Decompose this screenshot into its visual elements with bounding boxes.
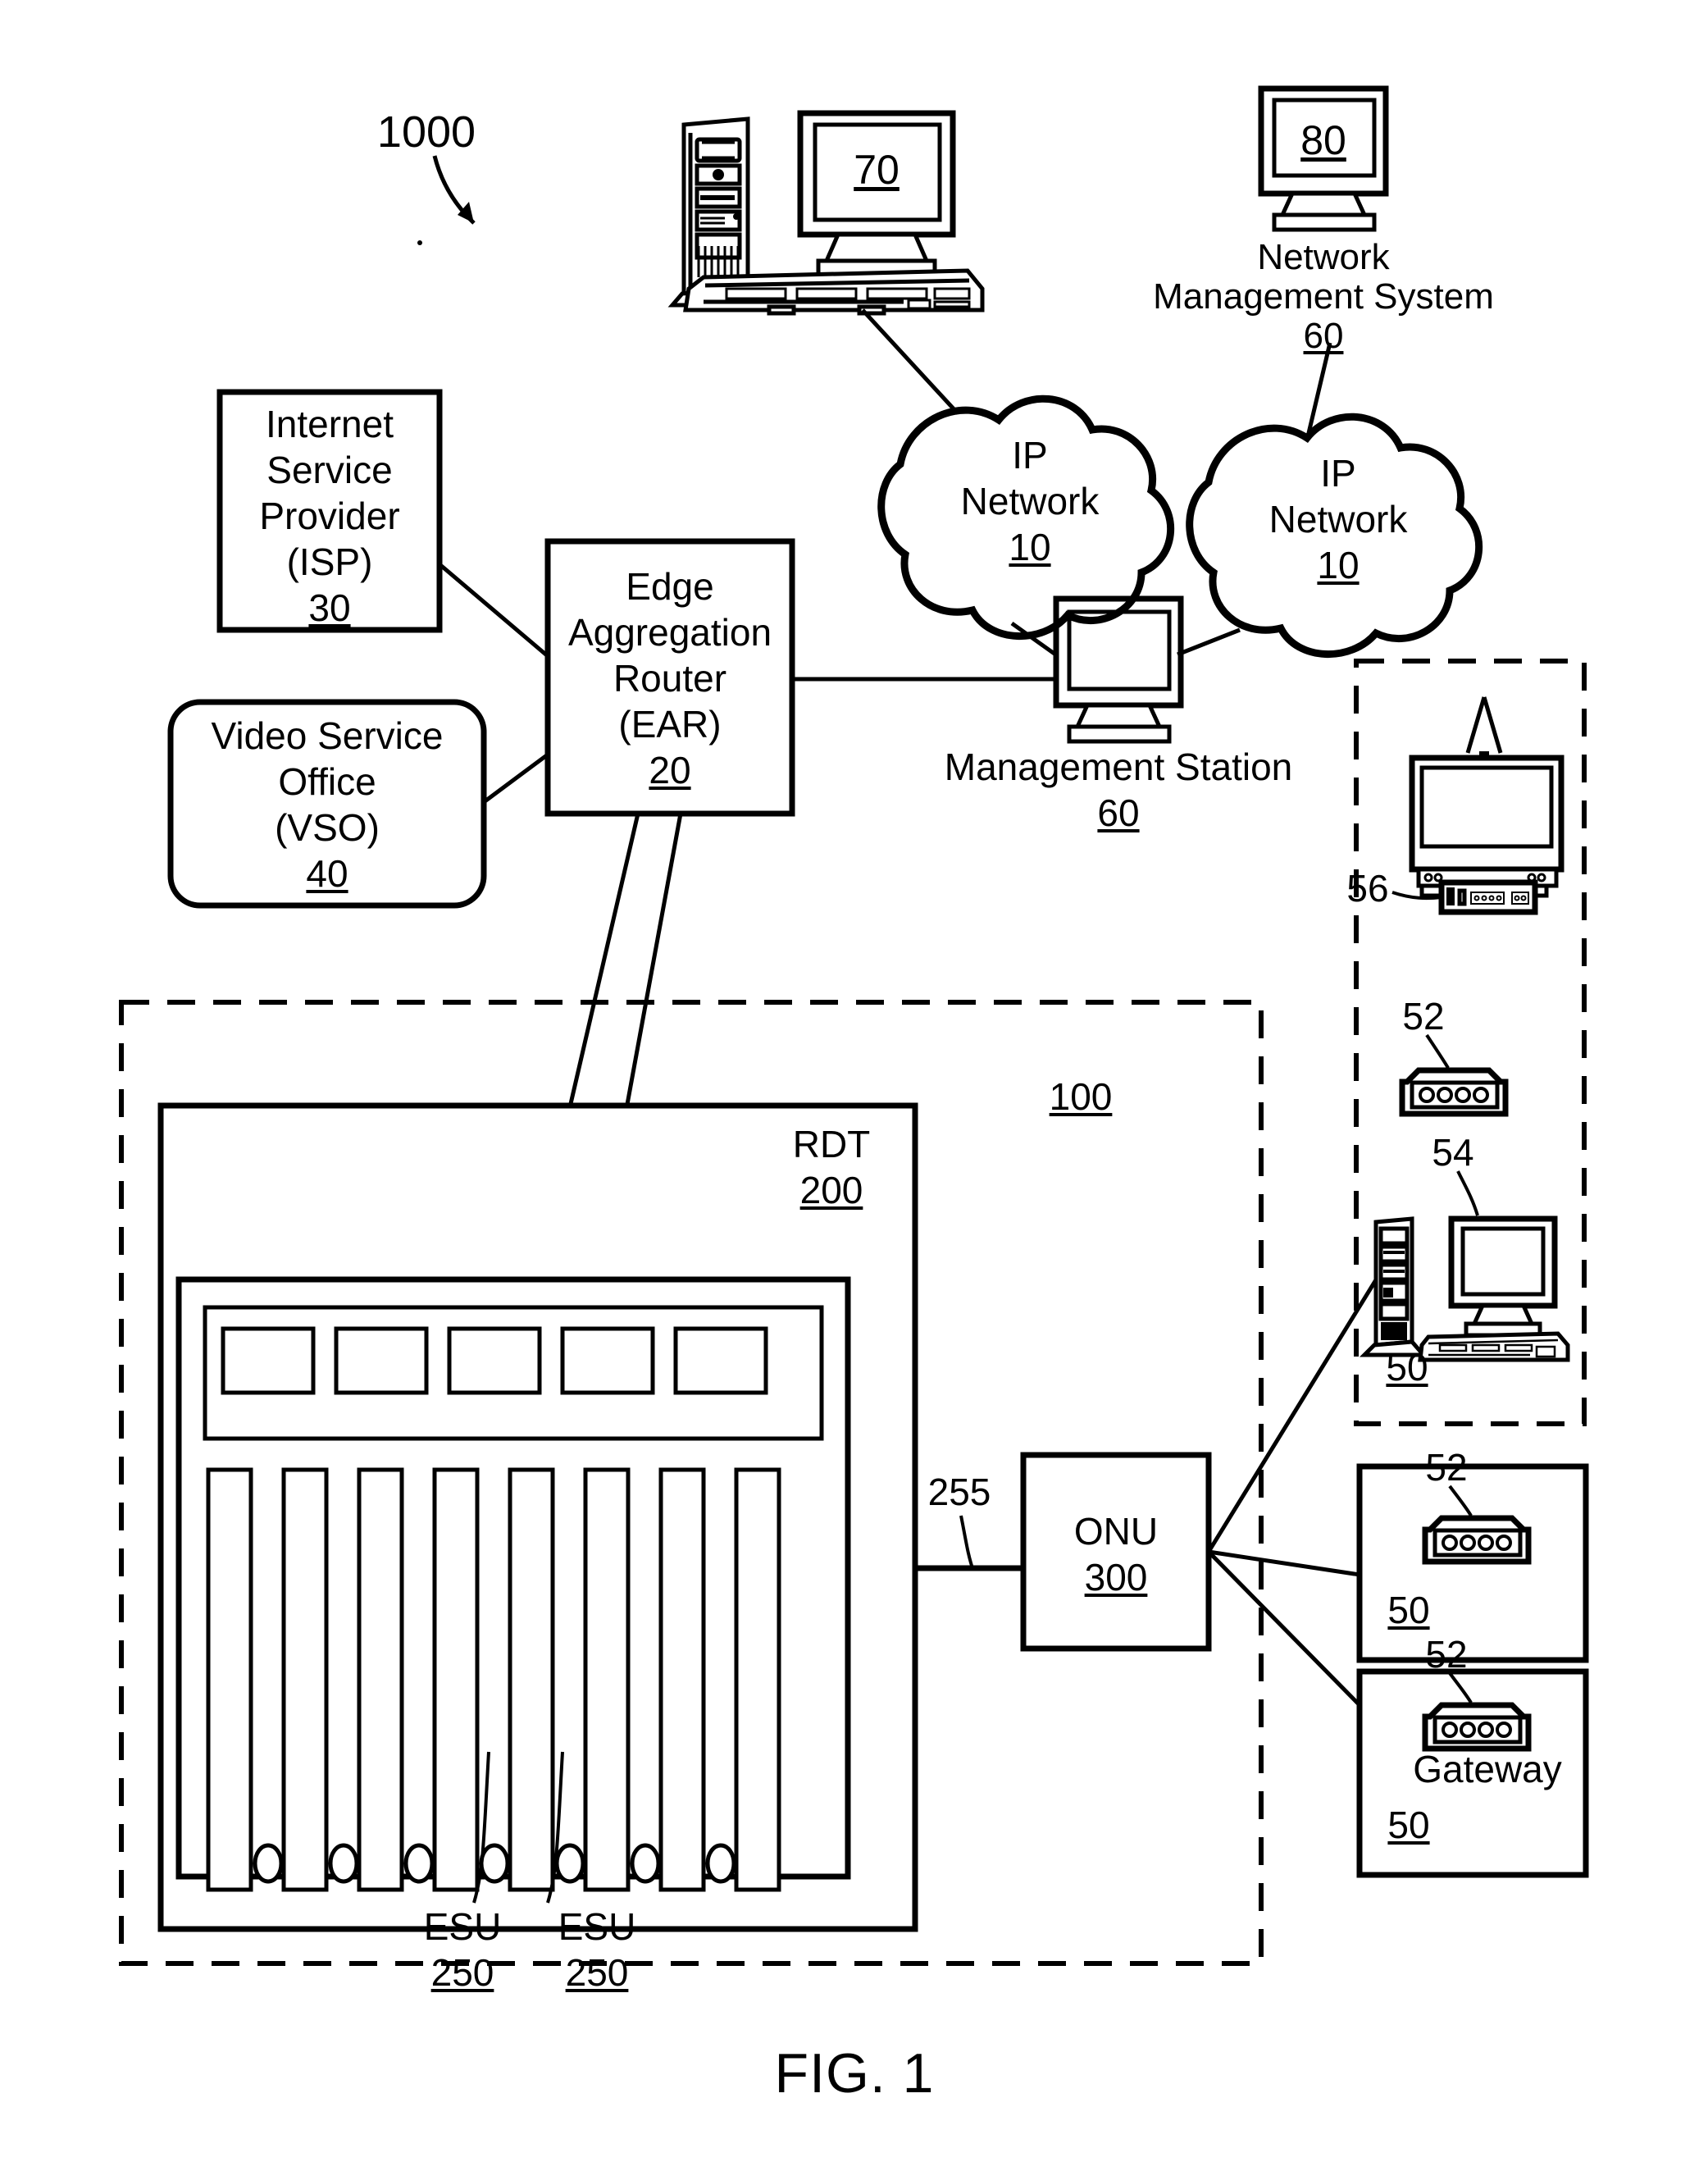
ip-network-right-line1: IP — [1320, 452, 1356, 495]
ear-line4: (EAR) — [618, 703, 722, 746]
vso-line3: (VSO) — [275, 806, 380, 849]
ear-ref: 20 — [649, 749, 691, 791]
patent-figure-page: .s { fill:none; stroke:#000; stroke-widt… — [0, 0, 1708, 2180]
premises-50-ref-2: 50 — [1387, 1804, 1430, 1846]
ref-54-leader — [1456, 1170, 1479, 1216]
isp-line3: Provider — [259, 495, 400, 537]
rdt-module-slots — [221, 1326, 768, 1395]
gateway-52-ref-c: 52 — [1425, 1633, 1468, 1676]
figure-caption: FIG. 1 — [774, 2042, 935, 2105]
onu-ref: 300 — [1084, 1556, 1148, 1599]
ear-line1: Edge — [626, 565, 714, 608]
workstation-70-icon — [667, 110, 985, 316]
premises-50-ref-dashed: 50 — [1386, 1346, 1428, 1389]
access-network-ref: 100 — [1049, 1075, 1113, 1118]
nms-caption-line1: Network — [1257, 237, 1390, 277]
isp-line4: (ISP) — [286, 540, 373, 583]
gateway-52-ref-b: 52 — [1425, 1446, 1468, 1489]
esu-left-label: ESU — [423, 1905, 502, 1948]
link-255-ref: 255 — [927, 1471, 991, 1513]
set-top-box-ref: 56 — [1346, 867, 1389, 910]
set-top-box-icon — [1438, 879, 1538, 915]
gateway-52-ref-a: 52 — [1402, 995, 1445, 1038]
system-ref-label: 1000 — [376, 107, 476, 157]
diagram-vector-layer: .s { fill:none; stroke:#000; stroke-widt… — [119, 85, 1589, 1966]
ref-52a-leader — [1425, 1033, 1450, 1069]
esu-right-ref: 250 — [565, 1951, 629, 1994]
isp-line2: Service — [266, 449, 393, 491]
nms-screen-label: 80 — [1300, 117, 1346, 163]
esu-left-ref: 250 — [430, 1951, 494, 1994]
link-255-leader — [959, 1515, 974, 1569]
management-station-label: Management Station — [944, 746, 1293, 788]
ear-line2: Aggregation — [567, 611, 772, 654]
tv-icon — [1409, 696, 1565, 898]
isp-ref: 30 — [308, 586, 351, 629]
computer-54-ref: 54 — [1432, 1131, 1474, 1174]
premises-50-ref-1: 50 — [1387, 1589, 1430, 1631]
onu-label: ONU — [1073, 1510, 1159, 1553]
system-ref-arrow — [417, 155, 476, 245]
esu-right-label: ESU — [558, 1905, 636, 1948]
ip-network-right-line2: Network — [1268, 498, 1408, 540]
ip-network-left-line2: Network — [960, 480, 1100, 522]
gateway-52-icon-c — [1422, 1702, 1532, 1752]
workstation-70-screen-label: 70 — [854, 147, 900, 193]
gateway-52-icon-b — [1422, 1515, 1532, 1565]
gateway-52-icon-a — [1399, 1067, 1509, 1117]
nms-caption-line2: Management System — [1153, 276, 1494, 317]
vso-ref: 40 — [306, 852, 348, 895]
ip-network-left-line1: IP — [1012, 434, 1048, 477]
isp-line1: Internet — [266, 403, 394, 445]
nms-ref: 60 — [1303, 316, 1344, 356]
ip-network-left-ref: 10 — [1009, 526, 1051, 568]
gateway-label: Gateway — [1413, 1748, 1562, 1790]
rdt-label: RDT — [792, 1123, 871, 1165]
rdt-ref: 200 — [799, 1169, 863, 1211]
ear-line3: Router — [613, 657, 727, 700]
vso-line2: Office — [278, 760, 376, 803]
management-station-ref: 60 — [1097, 791, 1140, 834]
computer-54-icon — [1359, 1215, 1570, 1362]
vso-line1: Video Service — [211, 714, 444, 757]
ip-network-right-ref: 10 — [1317, 544, 1360, 586]
